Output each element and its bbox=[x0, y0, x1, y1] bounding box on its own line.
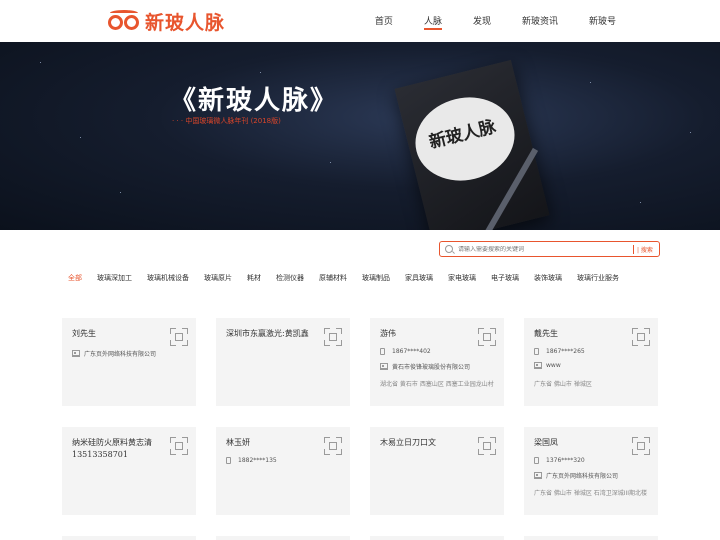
logo-text: 新玻人脉 bbox=[145, 11, 226, 34]
category-item[interactable]: 装饰玻璃 bbox=[534, 273, 562, 283]
qr-code-icon[interactable] bbox=[170, 437, 188, 455]
phone-icon bbox=[534, 457, 539, 464]
category-item[interactable]: 玻璃行业服务 bbox=[577, 273, 619, 283]
contact-card[interactable] bbox=[216, 536, 350, 540]
contact-phone-text: 13513358701 bbox=[72, 450, 128, 459]
category-all[interactable]: 全部 bbox=[68, 273, 82, 283]
qr-code-icon[interactable] bbox=[324, 437, 342, 455]
category-item[interactable]: 耗材 bbox=[247, 273, 261, 283]
category-item[interactable]: 玻璃原片 bbox=[204, 273, 232, 283]
contact-card[interactable]: 刘先生 广东页外网络科技有限公司 bbox=[62, 318, 196, 406]
building-icon bbox=[534, 472, 542, 479]
contact-phone: 1867****402 bbox=[380, 348, 431, 355]
contact-company: 广东页外网络科技有限公司 bbox=[72, 349, 156, 358]
contact-card[interactable] bbox=[62, 536, 196, 540]
contact-phone: 1376****320 bbox=[534, 457, 585, 464]
contact-address: 广东省 佛山市 禅城区 石湾卫深城III期北楼 bbox=[534, 490, 648, 497]
qr-code-icon[interactable] bbox=[478, 328, 496, 346]
site-logo[interactable]: 新玻人脉 bbox=[107, 8, 225, 34]
category-filter: 全部 玻璃深加工 玻璃机械设备 玻璃原片 耗材 检测仪器 原辅材料 玻璃制品 家… bbox=[68, 273, 634, 283]
nav-contacts[interactable]: 人脉 bbox=[423, 0, 442, 42]
phone-icon bbox=[380, 348, 385, 355]
qr-code-icon[interactable] bbox=[632, 328, 650, 346]
contact-name: 木易立日刀口文 bbox=[380, 438, 436, 447]
building-icon bbox=[380, 363, 388, 370]
nav-account[interactable]: 新玻号 bbox=[589, 0, 616, 42]
contact-address: 湖北省 黄石市 西塞山区 西塞工业园龙山村 bbox=[380, 381, 494, 388]
search-icon bbox=[445, 245, 453, 253]
search-input[interactable] bbox=[458, 245, 633, 253]
nav-discover[interactable]: 发现 bbox=[473, 0, 491, 42]
category-item[interactable]: 原辅材料 bbox=[319, 273, 347, 283]
qr-code-icon[interactable] bbox=[632, 437, 650, 455]
qr-code-icon[interactable] bbox=[170, 328, 188, 346]
nav-home[interactable]: 首页 bbox=[375, 0, 393, 42]
contact-name: 梁国凤 bbox=[534, 438, 558, 447]
category-item[interactable]: 玻璃制品 bbox=[362, 273, 390, 283]
category-item[interactable]: 检测仪器 bbox=[276, 273, 304, 283]
category-item[interactable]: 家电玻璃 bbox=[448, 273, 476, 283]
contact-company: 黄石市俊锋玻璃股份有限公司 bbox=[380, 362, 470, 371]
banner-subtitle: · · · 中国玻璃微人脉年刊 (2018版) bbox=[172, 117, 281, 125]
category-item[interactable]: 家具玻璃 bbox=[405, 273, 433, 283]
building-icon bbox=[72, 350, 80, 357]
category-item[interactable]: 玻璃机械设备 bbox=[147, 273, 189, 283]
contact-card[interactable]: 游伟 1867****402 黄石市俊锋玻璃股份有限公司 湖北省 黄石市 西塞山… bbox=[370, 318, 504, 406]
nav-news[interactable]: 新玻资讯 bbox=[522, 0, 558, 42]
contact-name: 林玉妍 bbox=[226, 438, 250, 447]
contact-address: 广东省 佛山市 禅城区 bbox=[534, 381, 592, 388]
top-header: 新玻人脉 首页 人脉 发现 新玻资讯 新玻号 bbox=[0, 0, 720, 42]
contact-card[interactable]: 林玉妍 1882****135 bbox=[216, 427, 350, 515]
contact-card[interactable]: 木易立日刀口文 bbox=[370, 427, 504, 515]
contact-name: 刘先生 bbox=[72, 329, 96, 338]
contact-card[interactable]: 深圳市东赢激光:黄凯鑫 bbox=[216, 318, 350, 406]
phone-icon bbox=[226, 457, 231, 464]
search-bar: | 搜索 bbox=[439, 241, 660, 257]
phone-icon bbox=[534, 348, 539, 355]
category-item[interactable]: 电子玻璃 bbox=[491, 273, 519, 283]
contact-card[interactable] bbox=[524, 536, 658, 540]
contact-company: www bbox=[534, 362, 561, 369]
contact-card[interactable]: 纳米硅防火原料黄志清 13513358701 bbox=[62, 427, 196, 515]
banner-title: 《新玻人脉》 bbox=[170, 86, 339, 116]
contact-card[interactable]: 梁国凤 1376****320 广东页外网络科技有限公司 广东省 佛山市 禅城区… bbox=[524, 427, 658, 515]
contact-name: 游伟 bbox=[380, 329, 396, 338]
main-nav: 首页 人脉 发现 新玻资讯 新玻号 bbox=[344, 0, 616, 42]
contact-card[interactable] bbox=[370, 536, 504, 540]
contact-phone: 1867****265 bbox=[534, 348, 585, 355]
search-button[interactable]: | 搜索 bbox=[633, 244, 653, 254]
hero-banner[interactable]: 新玻人脉 《新玻人脉》 · · · 中国玻璃微人脉年刊 (2018版) bbox=[0, 42, 720, 230]
contact-name: 深圳市东赢激光:黄凯鑫 bbox=[226, 329, 309, 338]
contact-card[interactable]: 戴先生 1867****265 www 广东省 佛山市 禅城区 bbox=[524, 318, 658, 406]
category-item[interactable]: 玻璃深加工 bbox=[97, 273, 132, 283]
qr-code-icon[interactable] bbox=[478, 437, 496, 455]
contact-company: 广东页外网络科技有限公司 bbox=[534, 471, 618, 480]
contact-phone: 1882****135 bbox=[226, 457, 277, 464]
owl-logo-icon bbox=[107, 10, 141, 32]
building-icon bbox=[534, 362, 542, 369]
contact-name: 戴先生 bbox=[534, 329, 558, 338]
contact-name: 纳米硅防火原料黄志清 bbox=[72, 438, 152, 447]
page: 新玻人脉 首页 人脉 发现 新玻资讯 新玻号 新玻人脉 《新玻人脉》 · · ·… bbox=[0, 0, 720, 540]
qr-code-icon[interactable] bbox=[324, 328, 342, 346]
